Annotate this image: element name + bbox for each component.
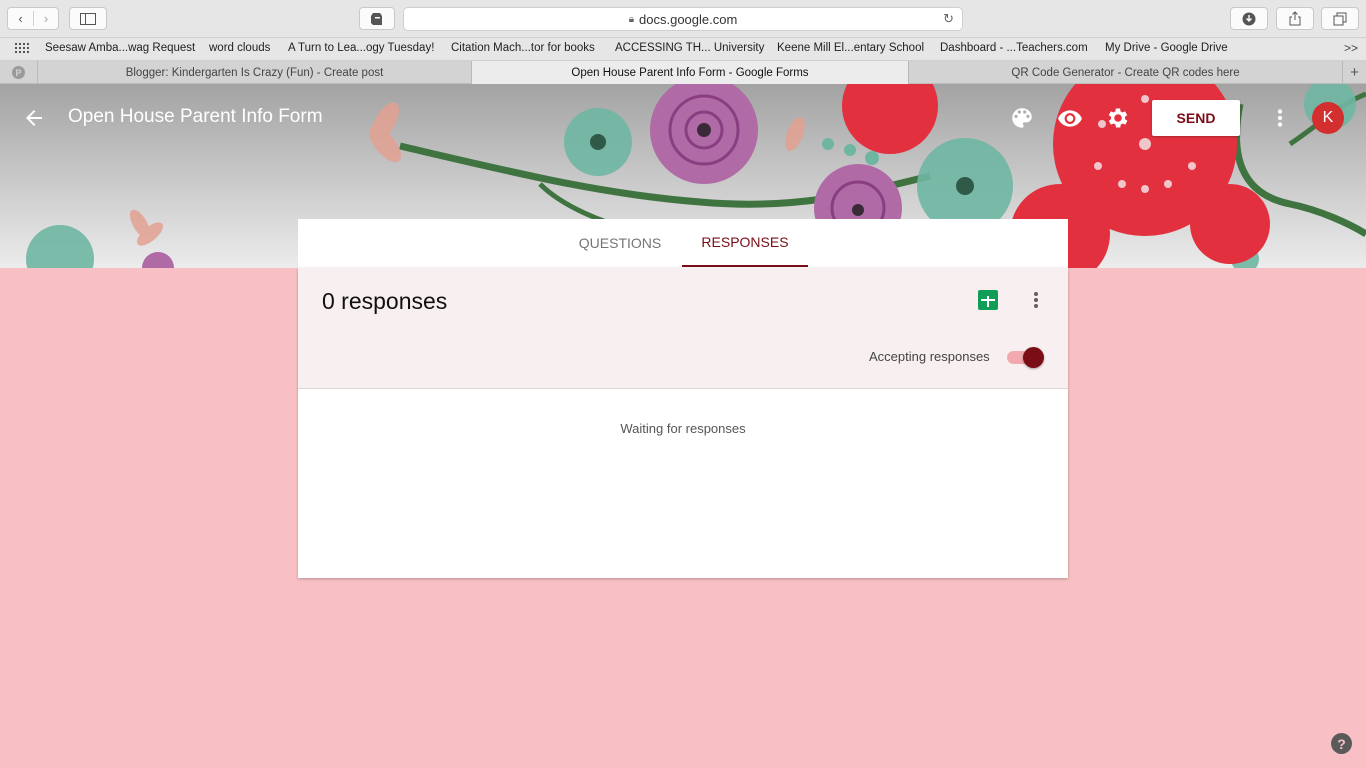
palette-icon[interactable] <box>1009 105 1035 131</box>
url-text: docs.google.com <box>639 11 738 27</box>
sidebar-icon <box>80 12 96 25</box>
browser-tabs-bar: P Blogger: Kindergarten Is Crazy (Fun) -… <box>0 61 1366 84</box>
download-icon <box>1242 12 1256 25</box>
tab-questions[interactable]: QUESTIONS <box>564 219 676 267</box>
form-tabs: QUESTIONS RESPONSES <box>298 219 1068 268</box>
back-arrow-icon[interactable] <box>22 106 46 130</box>
browser-tab-blogger[interactable]: Blogger: Kindergarten Is Crazy (Fun) - C… <box>37 61 471 84</box>
extension-button[interactable] <box>359 7 395 30</box>
bookmark-item[interactable]: word clouds <box>209 42 270 54</box>
top-sites-grid-icon[interactable] <box>15 43 29 55</box>
response-count: 0 responses <box>322 288 448 314</box>
sidebar-toggle-button[interactable] <box>69 7 107 30</box>
preview-eye-icon[interactable] <box>1057 105 1083 131</box>
address-bar[interactable]: 🔒︎ docs.google.com ↻ <box>403 7 963 31</box>
bookmark-item[interactable]: ACCESSING TH... University <box>615 42 764 54</box>
back-nav-icon[interactable]: ‹ <box>8 11 33 26</box>
bookmarks-bar: Seesaw Amba...wag Request word clouds A … <box>0 38 1366 61</box>
more-options-icon[interactable] <box>1267 105 1293 131</box>
settings-gear-icon[interactable] <box>1105 105 1131 131</box>
tabs-overview-button[interactable] <box>1321 7 1359 30</box>
accepting-responses-toggle[interactable] <box>1007 347 1045 368</box>
create-spreadsheet-icon[interactable] <box>978 290 998 310</box>
account-avatar[interactable]: K <box>1312 102 1344 134</box>
bookmarks-overflow-button[interactable]: >> <box>1344 41 1358 55</box>
reload-icon[interactable]: ↻ <box>943 11 954 27</box>
responses-more-icon[interactable] <box>1030 290 1042 310</box>
pinned-tab[interactable]: P <box>0 61 37 84</box>
downloads-button[interactable] <box>1230 7 1268 30</box>
nav-buttons: ‹ › <box>7 7 59 30</box>
new-tab-button[interactable]: + <box>1342 61 1366 84</box>
browser-toolbar: ‹ › 🔒︎ docs.google.com ↻ <box>0 0 1366 38</box>
toggle-thumb <box>1023 347 1044 368</box>
bookmark-item[interactable]: Keene Mill El...entary School <box>777 42 924 54</box>
pinterest-icon: P <box>12 66 25 79</box>
responses-summary: 0 responses Accepting responses <box>298 268 1068 389</box>
form-title[interactable]: Open House Parent Info Form <box>68 106 323 128</box>
lock-icon: 🔒︎ <box>628 13 635 25</box>
bookmark-item[interactable]: Seesaw Amba...wag Request <box>45 42 195 54</box>
browser-tab-forms[interactable]: Open House Parent Info Form - Google For… <box>471 61 908 84</box>
bookmark-item[interactable]: My Drive - Google Drive <box>1105 42 1228 54</box>
responses-card: 0 responses Accepting responses Waiting … <box>298 268 1068 578</box>
share-button[interactable] <box>1276 7 1314 30</box>
accepting-responses-label: Accepting responses <box>869 349 990 364</box>
tabs-overview-icon <box>1333 12 1347 25</box>
bookmark-item[interactable]: Citation Mach...tor for books <box>451 42 595 54</box>
bookmark-item[interactable]: Dashboard - ...Teachers.com <box>940 42 1088 54</box>
forward-nav-icon[interactable]: › <box>32 11 58 26</box>
evernote-icon <box>371 12 382 25</box>
browser-tab-qr[interactable]: QR Code Generator - Create QR codes here <box>908 61 1342 84</box>
bookmark-item[interactable]: A Turn to Lea...ogy Tuesday! <box>288 42 434 54</box>
share-icon <box>1289 11 1301 26</box>
help-icon[interactable]: ? <box>1331 733 1352 754</box>
send-button[interactable]: SEND <box>1152 100 1240 136</box>
waiting-message: Waiting for responses <box>620 421 746 436</box>
tab-responses[interactable]: RESPONSES <box>682 219 808 267</box>
